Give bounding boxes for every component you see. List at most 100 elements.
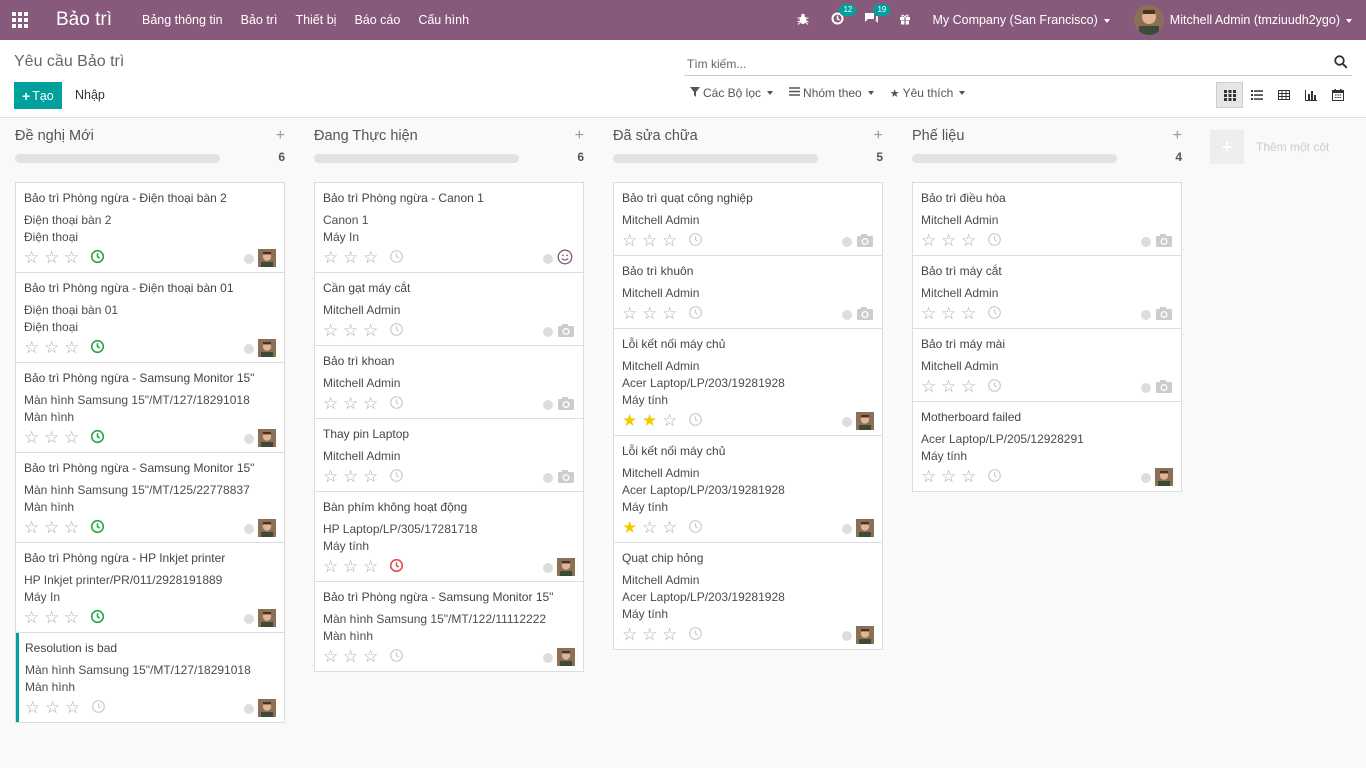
kanban-state-dot[interactable] — [244, 254, 254, 264]
priority-star-icon[interactable]: ☆ — [363, 558, 383, 575]
activity-clock-icon[interactable] — [389, 322, 404, 340]
assignee-avatar[interactable] — [258, 339, 276, 357]
calendar-view-icon[interactable] — [1324, 82, 1351, 108]
priority-star-icon[interactable]: ☆ — [662, 305, 682, 322]
kanban-card[interactable]: Quạt chip hỏng Mitchell Admin Acer Laptop/… — [614, 543, 882, 649]
gift-icon[interactable] — [898, 13, 912, 28]
assignee-avatar[interactable] — [557, 558, 575, 576]
assignee-avatar[interactable] — [856, 626, 874, 644]
priority-star-icon[interactable]: ☆ — [961, 378, 981, 395]
assignee-avatar[interactable] — [856, 519, 874, 537]
priority-star-icon[interactable]: ☆ — [921, 468, 941, 485]
priority-star-icon[interactable]: ☆ — [64, 339, 84, 356]
search-input[interactable] — [684, 52, 1284, 72]
priority-star-icon[interactable]: ☆ — [25, 699, 45, 716]
kanban-card[interactable]: Bảo trì Phòng ngừa - Điện thoại bàn 01 Đi… — [16, 273, 284, 363]
kanban-state-dot[interactable] — [244, 704, 254, 714]
assignee-avatar[interactable] — [258, 699, 276, 717]
priority-star-icon[interactable]: ☆ — [323, 322, 343, 339]
priority-star-icon[interactable]: ☆ — [24, 249, 44, 266]
priority-star-icon[interactable]: ☆ — [941, 305, 961, 322]
kanban-card[interactable]: Cần gạt máy cắt Mitchell Admin ☆ ☆ ☆ — [315, 273, 583, 346]
priority-star-icon[interactable]: ☆ — [363, 648, 383, 665]
user-menu[interactable]: Mitchell Admin (tmziuudh2ygo) — [1170, 13, 1352, 27]
kanban-view-icon[interactable] — [1216, 82, 1243, 108]
priority-star-icon[interactable]: ☆ — [44, 609, 64, 626]
camera-icon[interactable] — [1155, 305, 1173, 323]
kanban-state-dot[interactable] — [543, 563, 553, 573]
kanban-state-dot[interactable] — [543, 254, 553, 264]
priority-star-icon[interactable]: ☆ — [64, 429, 84, 446]
add-card-icon[interactable]: + — [276, 127, 285, 145]
activity-planned-icon[interactable] — [90, 609, 105, 627]
priority-star-icon[interactable]: ☆ — [65, 699, 85, 716]
activity-planned-icon[interactable] — [90, 519, 105, 537]
search-icon[interactable] — [1334, 55, 1348, 72]
camera-icon[interactable] — [856, 232, 874, 250]
kanban-state-dot[interactable] — [842, 310, 852, 320]
priority-star-icon[interactable]: ★ — [622, 519, 642, 536]
kanban-card[interactable]: Bảo trì máy mài Mitchell Admin ☆ ☆ ☆ — [913, 329, 1181, 402]
filters-dropdown[interactable]: Các Bộ lọc — [690, 86, 774, 100]
assignee-avatar[interactable] — [856, 412, 874, 430]
user-avatar[interactable] — [1133, 5, 1164, 35]
priority-star-icon[interactable]: ☆ — [622, 305, 642, 322]
kanban-state-dot[interactable] — [842, 524, 852, 534]
kanban-state-dot[interactable] — [244, 524, 254, 534]
list-view-icon[interactable] — [1243, 82, 1270, 108]
kanban-card[interactable]: Lỗi kết nối máy chủ Mitchell Admin Acer La… — [614, 436, 882, 543]
activity-icon[interactable]: 12 — [830, 4, 857, 28]
company-switcher[interactable]: My Company (San Francisco) — [932, 13, 1110, 27]
priority-star-icon[interactable]: ☆ — [343, 322, 363, 339]
kanban-card[interactable]: Bảo trì Phòng ngừa - Samsung Monitor 15"… — [16, 363, 284, 453]
kanban-card[interactable]: Thay pin Laptop Mitchell Admin ☆ ☆ ☆ — [315, 419, 583, 492]
menu-item-configuration[interactable]: Cấu hình — [418, 13, 469, 27]
column-progressbar[interactable] — [912, 154, 1117, 163]
menu-item-dashboard[interactable]: Bảng thông tin — [142, 13, 223, 27]
priority-star-icon[interactable]: ☆ — [662, 626, 682, 643]
priority-star-icon[interactable]: ☆ — [622, 626, 642, 643]
priority-star-icon[interactable]: ☆ — [363, 249, 383, 266]
column-title[interactable]: Phế liệu — [912, 128, 964, 144]
kanban-state-dot[interactable] — [543, 653, 553, 663]
priority-star-icon[interactable]: ☆ — [622, 232, 642, 249]
kanban-card[interactable]: Resolution is bad Màn hình Samsung 15"/MT… — [16, 633, 284, 722]
bug-icon[interactable] — [796, 13, 810, 28]
priority-star-icon[interactable]: ☆ — [323, 468, 343, 485]
priority-star-icon[interactable]: ☆ — [941, 468, 961, 485]
kanban-state-dot[interactable] — [244, 434, 254, 444]
smiley-icon[interactable] — [557, 249, 575, 267]
priority-star-icon[interactable]: ☆ — [64, 249, 84, 266]
groupby-dropdown[interactable]: Nhóm theo — [789, 86, 874, 100]
assignee-avatar[interactable] — [258, 519, 276, 537]
messages-icon[interactable]: 19 — [864, 4, 891, 28]
priority-star-icon[interactable]: ☆ — [64, 609, 84, 626]
kanban-card[interactable]: Bảo trì khoan Mitchell Admin ☆ ☆ ☆ — [315, 346, 583, 419]
priority-star-icon[interactable]: ☆ — [323, 558, 343, 575]
activity-clock-icon[interactable] — [688, 519, 703, 537]
priority-star-icon[interactable]: ☆ — [343, 395, 363, 412]
add-card-icon[interactable]: + — [575, 127, 584, 145]
activity-clock-icon[interactable] — [688, 626, 703, 644]
kanban-state-dot[interactable] — [244, 614, 254, 624]
assignee-avatar[interactable] — [258, 249, 276, 267]
apps-menu-icon[interactable] — [0, 0, 40, 40]
camera-icon[interactable] — [856, 305, 874, 323]
priority-star-icon[interactable]: ☆ — [343, 249, 363, 266]
priority-star-icon[interactable]: ☆ — [941, 232, 961, 249]
camera-icon[interactable] — [557, 395, 575, 413]
priority-star-icon[interactable]: ☆ — [363, 468, 383, 485]
kanban-card[interactable]: Bảo trì Phòng ngừa - Điện thoại bàn 2 Điệ… — [16, 183, 284, 273]
menu-item-equipment[interactable]: Thiết bị — [295, 13, 336, 27]
priority-star-icon[interactable]: ☆ — [961, 468, 981, 485]
priority-star-icon[interactable]: ★ — [642, 412, 662, 429]
activity-clock-icon[interactable] — [688, 412, 703, 430]
graph-view-icon[interactable] — [1297, 82, 1324, 108]
priority-star-icon[interactable]: ☆ — [642, 232, 662, 249]
priority-star-icon[interactable]: ☆ — [921, 305, 941, 322]
column-title[interactable]: Đã sửa chữa — [613, 128, 698, 144]
priority-star-icon[interactable]: ☆ — [961, 232, 981, 249]
menu-item-reporting[interactable]: Báo cáo — [354, 13, 400, 27]
activity-clock-icon[interactable] — [987, 232, 1002, 250]
camera-icon[interactable] — [1155, 378, 1173, 396]
